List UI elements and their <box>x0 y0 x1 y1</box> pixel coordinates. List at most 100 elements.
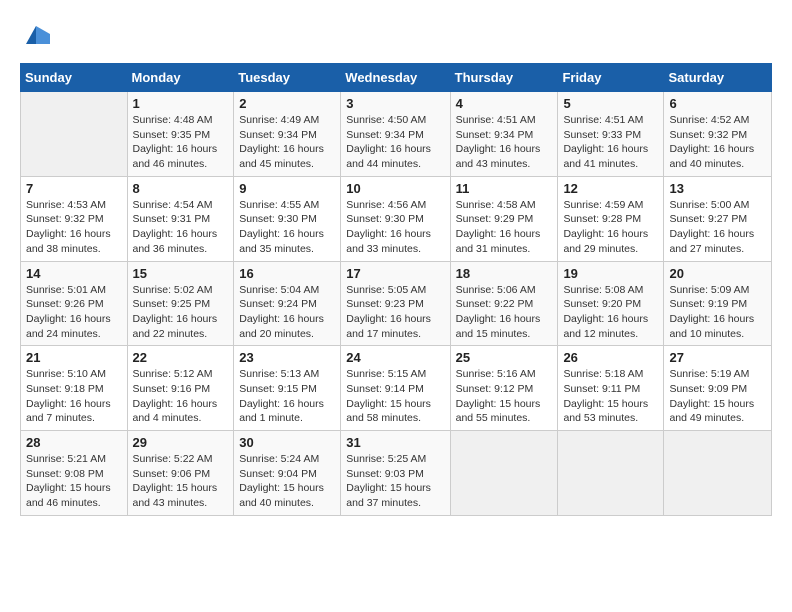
day-cell: 1 Sunrise: 4:48 AM Sunset: 9:35 PM Daylig… <box>127 92 234 177</box>
day-cell: 24 Sunrise: 5:15 AM Sunset: 9:14 PM Dayli… <box>341 346 450 431</box>
logo <box>20 20 50 53</box>
day-cell: 18 Sunrise: 5:06 AM Sunset: 9:22 PM Dayli… <box>450 261 558 346</box>
day-number: 6 <box>669 96 766 111</box>
day-cell: 25Sunrise: 5:16 AM Sunset: 9:12 PM Dayli… <box>450 346 558 431</box>
day-info: Sunrise: 5:19 AM Sunset: 9:09 PM Dayligh… <box>669 367 766 426</box>
day-info: Sunrise: 5:13 AM Sunset: 9:15 PM Dayligh… <box>239 367 335 426</box>
day-number: 11 <box>456 181 553 196</box>
week-row-1: 1 Sunrise: 4:48 AM Sunset: 9:35 PM Daylig… <box>21 92 772 177</box>
header-cell-monday: Monday <box>127 64 234 92</box>
day-cell: 8Sunrise: 4:54 AM Sunset: 9:31 PM Daylig… <box>127 176 234 261</box>
day-cell <box>664 431 772 516</box>
day-number: 2 <box>239 96 335 111</box>
day-info: Sunrise: 5:12 AM Sunset: 9:16 PM Dayligh… <box>133 367 229 426</box>
day-info: Sunrise: 4:51 AM Sunset: 9:34 PM Dayligh… <box>456 113 553 172</box>
day-info: Sunrise: 4:53 AM Sunset: 9:32 PM Dayligh… <box>26 198 122 257</box>
page-header <box>20 20 772 53</box>
day-cell: 17 Sunrise: 5:05 AM Sunset: 9:23 PM Dayli… <box>341 261 450 346</box>
day-cell <box>21 92 128 177</box>
day-number: 19 <box>563 266 658 281</box>
day-cell: 23 Sunrise: 5:13 AM Sunset: 9:15 PM Dayli… <box>234 346 341 431</box>
day-cell: 6 Sunrise: 4:52 AM Sunset: 9:32 PM Daylig… <box>664 92 772 177</box>
day-cell: 13 Sunrise: 5:00 AM Sunset: 9:27 PM Dayli… <box>664 176 772 261</box>
day-cell: 22 Sunrise: 5:12 AM Sunset: 9:16 PM Dayli… <box>127 346 234 431</box>
day-info: Sunrise: 4:55 AM Sunset: 9:30 PM Dayligh… <box>239 198 335 257</box>
header-cell-wednesday: Wednesday <box>341 64 450 92</box>
day-cell: 16 Sunrise: 5:04 AM Sunset: 9:24 PM Dayli… <box>234 261 341 346</box>
day-cell: 31 Sunrise: 5:25 AM Sunset: 9:03 PM Dayli… <box>341 431 450 516</box>
day-number: 18 <box>456 266 553 281</box>
day-number: 22 <box>133 350 229 365</box>
week-row-2: 7 Sunrise: 4:53 AM Sunset: 9:32 PM Daylig… <box>21 176 772 261</box>
day-cell: 9 Sunrise: 4:55 AM Sunset: 9:30 PM Daylig… <box>234 176 341 261</box>
day-number: 21 <box>26 350 122 365</box>
day-cell: 29 Sunrise: 5:22 AM Sunset: 9:06 PM Dayli… <box>127 431 234 516</box>
day-number: 16 <box>239 266 335 281</box>
day-cell: 27 Sunrise: 5:19 AM Sunset: 9:09 PM Dayli… <box>664 346 772 431</box>
day-info: Sunrise: 5:15 AM Sunset: 9:14 PM Dayligh… <box>346 367 444 426</box>
calendar-table: SundayMondayTuesdayWednesdayThursdayFrid… <box>20 63 772 516</box>
day-info: Sunrise: 4:56 AM Sunset: 9:30 PM Dayligh… <box>346 198 444 257</box>
day-number: 1 <box>133 96 229 111</box>
day-info: Sunrise: 5:16 AM Sunset: 9:12 PM Dayligh… <box>456 367 553 426</box>
week-row-3: 14 Sunrise: 5:01 AM Sunset: 9:26 PM Dayli… <box>21 261 772 346</box>
day-info: Sunrise: 5:18 AM Sunset: 9:11 PM Dayligh… <box>563 367 658 426</box>
day-number: 15 <box>133 266 229 281</box>
day-number: 10 <box>346 181 444 196</box>
day-info: Sunrise: 4:51 AM Sunset: 9:33 PM Dayligh… <box>563 113 658 172</box>
day-info: Sunrise: 5:22 AM Sunset: 9:06 PM Dayligh… <box>133 452 229 511</box>
day-info: Sunrise: 5:02 AM Sunset: 9:25 PM Dayligh… <box>133 283 229 342</box>
logo-icon <box>22 20 50 48</box>
day-cell: 4 Sunrise: 4:51 AM Sunset: 9:34 PM Daylig… <box>450 92 558 177</box>
day-number: 24 <box>346 350 444 365</box>
header-cell-friday: Friday <box>558 64 664 92</box>
day-info: Sunrise: 5:06 AM Sunset: 9:22 PM Dayligh… <box>456 283 553 342</box>
week-row-5: 28Sunrise: 5:21 AM Sunset: 9:08 PM Dayli… <box>21 431 772 516</box>
day-cell: 11Sunrise: 4:58 AM Sunset: 9:29 PM Dayli… <box>450 176 558 261</box>
day-cell: 26 Sunrise: 5:18 AM Sunset: 9:11 PM Dayli… <box>558 346 664 431</box>
day-number: 3 <box>346 96 444 111</box>
day-cell: 10 Sunrise: 4:56 AM Sunset: 9:30 PM Dayli… <box>341 176 450 261</box>
day-cell: 2Sunrise: 4:49 AM Sunset: 9:34 PM Daylig… <box>234 92 341 177</box>
day-info: Sunrise: 5:24 AM Sunset: 9:04 PM Dayligh… <box>239 452 335 511</box>
day-cell: 28Sunrise: 5:21 AM Sunset: 9:08 PM Dayli… <box>21 431 128 516</box>
day-info: Sunrise: 5:00 AM Sunset: 9:27 PM Dayligh… <box>669 198 766 257</box>
day-info: Sunrise: 4:50 AM Sunset: 9:34 PM Dayligh… <box>346 113 444 172</box>
day-number: 5 <box>563 96 658 111</box>
header-cell-sunday: Sunday <box>21 64 128 92</box>
day-cell <box>450 431 558 516</box>
day-number: 26 <box>563 350 658 365</box>
day-number: 14 <box>26 266 122 281</box>
day-number: 12 <box>563 181 658 196</box>
day-cell: 19Sunrise: 5:08 AM Sunset: 9:20 PM Dayli… <box>558 261 664 346</box>
day-number: 8 <box>133 181 229 196</box>
day-number: 13 <box>669 181 766 196</box>
day-number: 17 <box>346 266 444 281</box>
header-cell-saturday: Saturday <box>664 64 772 92</box>
day-info: Sunrise: 4:48 AM Sunset: 9:35 PM Dayligh… <box>133 113 229 172</box>
day-number: 23 <box>239 350 335 365</box>
week-row-4: 21Sunrise: 5:10 AM Sunset: 9:18 PM Dayli… <box>21 346 772 431</box>
header-row: SundayMondayTuesdayWednesdayThursdayFrid… <box>21 64 772 92</box>
header-cell-thursday: Thursday <box>450 64 558 92</box>
day-number: 31 <box>346 435 444 450</box>
day-cell: 20Sunrise: 5:09 AM Sunset: 9:19 PM Dayli… <box>664 261 772 346</box>
day-cell: 14 Sunrise: 5:01 AM Sunset: 9:26 PM Dayli… <box>21 261 128 346</box>
day-info: Sunrise: 5:04 AM Sunset: 9:24 PM Dayligh… <box>239 283 335 342</box>
day-info: Sunrise: 4:59 AM Sunset: 9:28 PM Dayligh… <box>563 198 658 257</box>
day-number: 27 <box>669 350 766 365</box>
day-number: 9 <box>239 181 335 196</box>
day-cell: 5 Sunrise: 4:51 AM Sunset: 9:33 PM Daylig… <box>558 92 664 177</box>
day-info: Sunrise: 5:05 AM Sunset: 9:23 PM Dayligh… <box>346 283 444 342</box>
day-info: Sunrise: 5:25 AM Sunset: 9:03 PM Dayligh… <box>346 452 444 511</box>
day-info: Sunrise: 5:01 AM Sunset: 9:26 PM Dayligh… <box>26 283 122 342</box>
day-cell: 3 Sunrise: 4:50 AM Sunset: 9:34 PM Daylig… <box>341 92 450 177</box>
day-number: 7 <box>26 181 122 196</box>
header-cell-tuesday: Tuesday <box>234 64 341 92</box>
day-number: 4 <box>456 96 553 111</box>
day-info: Sunrise: 4:52 AM Sunset: 9:32 PM Dayligh… <box>669 113 766 172</box>
day-cell <box>558 431 664 516</box>
day-cell: 21Sunrise: 5:10 AM Sunset: 9:18 PM Dayli… <box>21 346 128 431</box>
day-number: 20 <box>669 266 766 281</box>
day-number: 29 <box>133 435 229 450</box>
